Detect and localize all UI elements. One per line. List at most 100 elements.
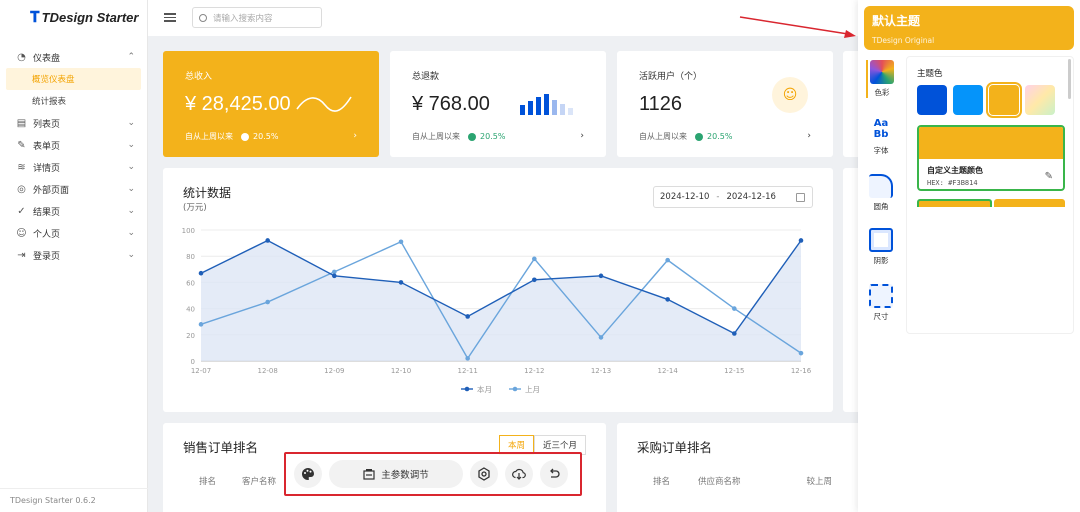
series-current-point bbox=[732, 331, 737, 336]
chevron-down-icon: ⌄ bbox=[127, 228, 135, 238]
series-previous-point bbox=[798, 350, 804, 356]
rail-item-size[interactable]: 尺寸 bbox=[866, 284, 896, 322]
trend-up-icon bbox=[241, 132, 249, 141]
legend-marker bbox=[512, 386, 518, 392]
sidebar-item-dashboard[interactable]: ◔ 仪表盘 ⌃ bbox=[0, 46, 147, 68]
sidebar-item-detail[interactable]: ≋ 详情页 ⌄ bbox=[0, 156, 147, 178]
series-previous-point bbox=[598, 335, 604, 340]
palette-icon[interactable] bbox=[294, 460, 322, 488]
legend-label: 本月 bbox=[477, 384, 492, 394]
series-previous-point bbox=[198, 322, 204, 327]
purchase-rank-card: 采购订单排名 排名 供应商名称 较上周 bbox=[617, 423, 863, 512]
section-label: 主题色 bbox=[917, 69, 943, 79]
rail-label: 尺寸 bbox=[873, 312, 889, 321]
sidebar-item-label: 列表页 bbox=[33, 119, 61, 130]
purchase-title: 采购订单排名 bbox=[637, 440, 713, 455]
scrollbar[interactable] bbox=[1068, 59, 1071, 99]
stat-foot-text: 自从上周以来 bbox=[185, 132, 233, 141]
rail-item-shadow[interactable]: 阴影 bbox=[866, 228, 896, 266]
chevron-right-icon[interactable]: › bbox=[353, 131, 357, 141]
stat-pct: 20.5% bbox=[253, 132, 279, 141]
legend-label: 上月 bbox=[525, 385, 540, 394]
swatch-blue[interactable] bbox=[917, 85, 947, 115]
search-input[interactable]: 请输入搜索内容 bbox=[192, 7, 322, 28]
theme-panel-header: 默认主题 TDesign Original bbox=[864, 6, 1074, 50]
user-circle-icon: ☺ bbox=[16, 227, 27, 239]
chevron-right-icon[interactable]: › bbox=[807, 131, 811, 141]
custom-color-preview bbox=[919, 127, 1063, 159]
main-params-label: 主参数调节 bbox=[381, 470, 429, 481]
rail-item-radius[interactable]: 圆角 bbox=[866, 174, 896, 212]
sidebar: 𝐓 TDesign Starter ◔ 仪表盘 ⌃ 概览仪表盘 统计报表 ▤ 列表页 ⌄ … bbox=[0, 0, 148, 512]
chevron-down-icon: ⌄ bbox=[127, 118, 135, 128]
sidebar-item-result[interactable]: ✓ 结果页 ⌄ bbox=[0, 200, 147, 222]
trend-up-icon bbox=[695, 132, 703, 141]
stat-card-refund[interactable]: 总退款 ¥ 768.00 自从上周以来 20.5% › bbox=[390, 51, 606, 157]
radius-icon bbox=[869, 174, 893, 198]
color-grid-icon bbox=[870, 60, 894, 84]
download-icon[interactable] bbox=[505, 460, 533, 488]
swatch-orange[interactable] bbox=[986, 82, 1022, 118]
chart-card: 统计数据 (万元) 2024-12-10-2024-12-16 0 20 40 60 8… bbox=[163, 168, 833, 412]
chevron-right-icon[interactable]: › bbox=[580, 131, 584, 141]
series-current-point bbox=[265, 238, 270, 243]
trend-up-icon bbox=[468, 132, 476, 141]
sidebar-subitem-overview[interactable]: 概览仪表盘 bbox=[6, 68, 141, 90]
legend-marker bbox=[464, 386, 470, 392]
custom-theme-next bbox=[917, 199, 1065, 207]
y-tick-label: 100 bbox=[182, 227, 195, 235]
menu-toggle-icon[interactable] bbox=[164, 11, 176, 23]
theme-panel: 默认主题 TDesign Original 色彩 Aa Bb 字体 圆角 阴影 尺… bbox=[858, 0, 1080, 512]
series-area bbox=[201, 240, 801, 361]
color-swatches bbox=[917, 82, 1055, 118]
size-icon bbox=[869, 284, 893, 308]
stat-card-revenue[interactable]: 总收入 ¥ 28,425.00 自从上周以来 20.5% › bbox=[163, 51, 379, 157]
sidebar-item-label: 结果页 bbox=[33, 207, 61, 218]
stat-value: ¥ 28,425.00 bbox=[185, 93, 291, 115]
swatch-light-blue[interactable] bbox=[953, 85, 983, 115]
stat-card-active-users[interactable]: 活跃用户（个） 1126 ☺ 自从上周以来 20.5% › bbox=[617, 51, 833, 157]
sidebar-item-label: 仪表盘 bbox=[33, 53, 61, 64]
logo[interactable]: 𝐓 TDesign Starter bbox=[0, 0, 147, 34]
undo-icon[interactable] bbox=[540, 460, 568, 488]
sparkline-icon bbox=[296, 96, 352, 112]
line-chart: 0 20 40 60 80 100 12-07 12-08 12-09 12-10 12-11 12-… bbox=[182, 227, 812, 394]
sidebar-item-list[interactable]: ▤ 列表页 ⌄ bbox=[0, 112, 147, 134]
sidebar-item-label: 详情页 bbox=[33, 163, 61, 174]
series-current-point bbox=[198, 270, 204, 276]
sidebar-subitem-report[interactable]: 统计报表 bbox=[0, 90, 147, 112]
chevron-down-icon: ⌄ bbox=[127, 162, 135, 172]
setting-icon[interactable] bbox=[470, 460, 498, 488]
sidebar-item-label: 表单页 bbox=[33, 141, 61, 152]
column-header: 排名 bbox=[199, 477, 217, 487]
theme-subtitle: TDesign Original bbox=[872, 36, 935, 45]
custom-theme-card[interactable]: 自定义主题颜色 HEX: #F3B814 ✎ bbox=[917, 125, 1065, 191]
x-tick-label: 12-14 bbox=[657, 367, 678, 375]
column-header: 较上周 bbox=[806, 477, 833, 487]
rail-item-color[interactable]: 色彩 bbox=[866, 60, 896, 98]
shadow-icon bbox=[869, 228, 893, 252]
main-params-button[interactable]: 主参数调节 bbox=[329, 460, 463, 488]
sidebar-item-label: 登录页 bbox=[33, 251, 61, 262]
sidebar-item-user[interactable]: ☺ 个人页 ⌄ bbox=[0, 222, 147, 244]
series-current-point bbox=[332, 273, 337, 279]
font-icon: Aa Bb bbox=[873, 118, 889, 140]
series-previous-point bbox=[332, 269, 337, 275]
chevron-down-icon: ⌄ bbox=[127, 206, 135, 216]
purchase-table-header: 排名 供应商名称 较上周 bbox=[653, 475, 832, 487]
stat-footer: 自从上周以来 20.5% bbox=[639, 131, 732, 142]
list-icon: ▤ bbox=[16, 117, 27, 129]
x-tick-label: 12-08 bbox=[257, 367, 277, 375]
rail-label: 字体 bbox=[873, 146, 889, 155]
series-current-point bbox=[665, 297, 670, 302]
edit-icon[interactable]: ✎ bbox=[1045, 171, 1053, 182]
swatch-gradient[interactable] bbox=[1025, 85, 1055, 115]
sidebar-item-form[interactable]: ✎ 表单页 ⌄ bbox=[0, 134, 147, 156]
y-tick-label: 60 bbox=[186, 279, 195, 287]
rail-item-font[interactable]: Aa Bb 字体 bbox=[866, 118, 896, 156]
y-tick-label: 80 bbox=[186, 253, 195, 261]
sidebar-item-login[interactable]: ⇥ 登录页 ⌄ bbox=[0, 244, 147, 266]
stat-pct: 20.5% bbox=[707, 132, 733, 141]
stat-pct: 20.5% bbox=[480, 132, 506, 141]
sidebar-item-external[interactable]: ◎ 外部页面 ⌄ bbox=[0, 178, 147, 200]
